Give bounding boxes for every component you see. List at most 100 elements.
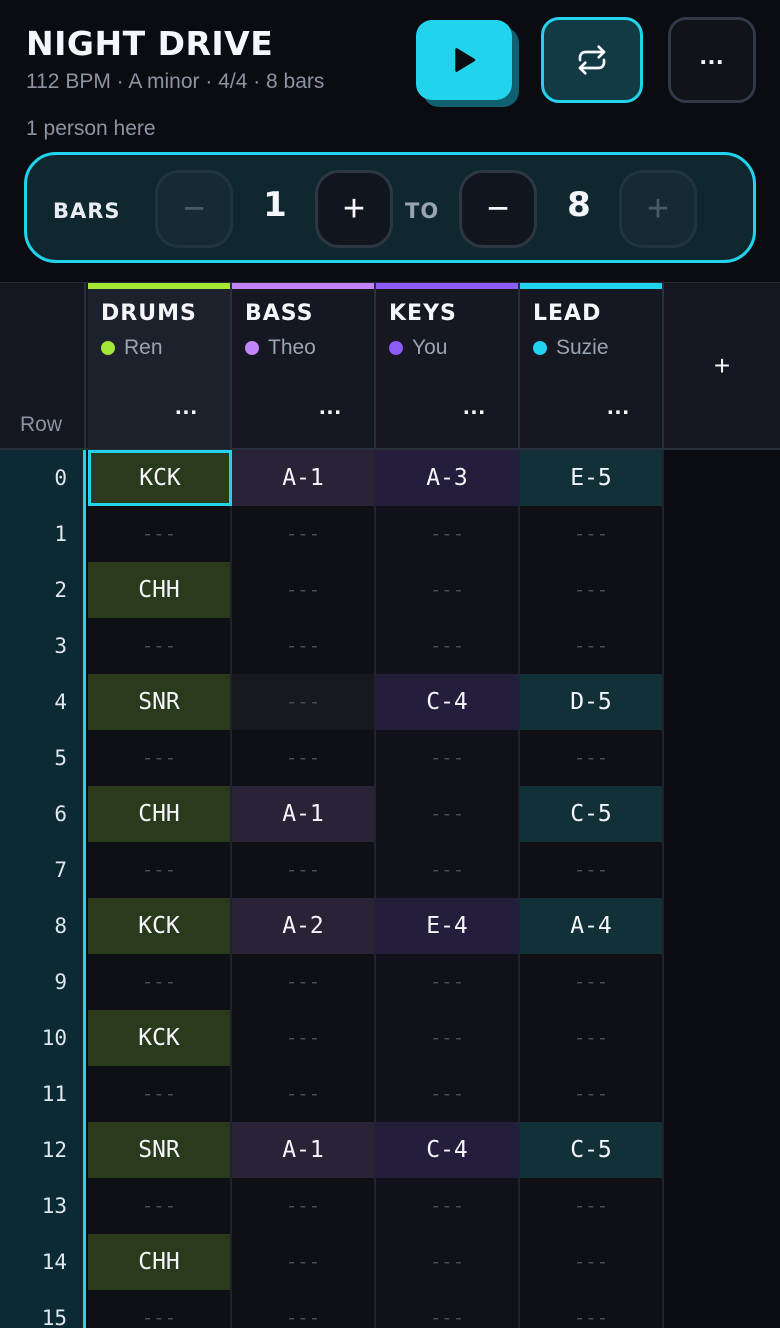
pattern-cell[interactable]: --- — [520, 562, 664, 618]
pattern-cell[interactable]: --- — [520, 1290, 664, 1328]
row-number: 8 — [54, 914, 67, 938]
pattern-cell[interactable]: --- — [376, 562, 520, 618]
track-name: BASS — [245, 301, 314, 326]
start-increment-button[interactable]: + — [315, 170, 393, 248]
pattern-cell[interactable]: CHH — [88, 786, 232, 842]
track-header-keys[interactable]: KEYS You... — [376, 283, 520, 449]
pattern-cell[interactable]: --- — [232, 618, 376, 674]
play-button[interactable] — [416, 20, 512, 100]
track-header-drums[interactable]: DRUMS Ren... — [88, 283, 232, 449]
end-decrement-button[interactable]: − — [459, 170, 537, 248]
pattern-cell[interactable]: C-4 — [376, 1122, 520, 1178]
pattern-cell[interactable]: --- — [232, 1010, 376, 1066]
pattern-cell[interactable]: --- — [88, 1066, 232, 1122]
pattern-cell[interactable]: SNR — [88, 674, 232, 730]
pattern-cell[interactable]: --- — [376, 730, 520, 786]
track-name: DRUMS — [101, 301, 197, 326]
pattern-cell[interactable]: C-4 — [376, 674, 520, 730]
pattern-cell[interactable]: C-5 — [520, 1122, 664, 1178]
row-number-column: 0 1 2 3 4 5 6 7 8 9 10 11 12 13 14 15 — [0, 450, 86, 1328]
pattern-cell[interactable]: --- — [232, 1290, 376, 1328]
row-number: 3 — [54, 634, 67, 658]
pattern-cell[interactable]: --- — [232, 506, 376, 562]
pattern-cell[interactable]: --- — [376, 1066, 520, 1122]
pattern-cell[interactable]: --- — [232, 562, 376, 618]
pattern-cell[interactable]: --- — [520, 618, 664, 674]
track-user-name: You — [412, 336, 448, 359]
pattern-cell[interactable]: A-2 — [232, 898, 376, 954]
pattern-cell[interactable]: --- — [88, 1290, 232, 1328]
pattern-cell[interactable]: --- — [520, 1066, 664, 1122]
range-start-value: 1 — [263, 185, 287, 225]
pattern-cell[interactable]: --- — [88, 954, 232, 1010]
pattern-cell[interactable]: --- — [376, 1178, 520, 1234]
more-options-button[interactable]: ... — [668, 17, 756, 103]
start-decrement-button[interactable]: − — [155, 170, 233, 248]
pattern-cell[interactable]: E-5 — [520, 450, 664, 506]
pattern-cell[interactable]: KCK — [88, 898, 232, 954]
pattern-cell[interactable]: --- — [376, 1290, 520, 1328]
pattern-cell[interactable]: CHH — [88, 1234, 232, 1290]
bar-range-selector: BARS − 1 + TO − 8 + — [24, 152, 756, 263]
add-track-column-fill — [664, 450, 780, 1328]
pattern-cell[interactable]: --- — [376, 842, 520, 898]
pattern-cell[interactable]: --- — [376, 1234, 520, 1290]
pattern-cell[interactable]: --- — [376, 506, 520, 562]
pattern-cell[interactable]: KCK — [88, 1010, 232, 1066]
track-user: You — [389, 336, 447, 360]
pattern-cell[interactable]: --- — [88, 506, 232, 562]
pattern-cell[interactable]: --- — [520, 954, 664, 1010]
add-track-button[interactable]: + — [664, 283, 780, 449]
pattern-cell[interactable]: --- — [376, 1010, 520, 1066]
pattern-cell[interactable]: --- — [520, 1010, 664, 1066]
pattern-cell[interactable]: --- — [232, 954, 376, 1010]
pattern-cell[interactable]: --- — [88, 1178, 232, 1234]
pattern-cell[interactable]: --- — [520, 730, 664, 786]
pattern-cell[interactable]: --- — [520, 1178, 664, 1234]
pattern-cell[interactable]: --- — [88, 842, 232, 898]
pattern-cell[interactable]: --- — [520, 506, 664, 562]
pattern-cell[interactable]: --- — [376, 618, 520, 674]
row-number: 12 — [41, 1138, 67, 1162]
loop-button[interactable] — [541, 17, 643, 103]
pattern-cell[interactable]: A-1 — [232, 1122, 376, 1178]
track-user: Suzie — [533, 336, 609, 360]
track-menu-button[interactable]: ... — [175, 393, 198, 421]
pattern-cell[interactable]: D-5 — [520, 674, 664, 730]
pattern-cell[interactable]: C-5 — [520, 786, 664, 842]
pattern-cell[interactable]: A-1 — [232, 786, 376, 842]
track-menu-button[interactable]: ... — [463, 393, 486, 421]
pattern-cell[interactable]: --- — [232, 1066, 376, 1122]
pattern-cell[interactable]: --- — [376, 954, 520, 1010]
pattern-cell[interactable]: A-3 — [376, 450, 520, 506]
pattern-cell[interactable]: --- — [232, 730, 376, 786]
pattern-cell[interactable]: --- — [232, 842, 376, 898]
pattern-cell[interactable]: --- — [376, 786, 520, 842]
row-column-header: Row — [0, 283, 86, 449]
pattern-cell[interactable]: --- — [88, 730, 232, 786]
track-header-lead[interactable]: LEAD Suzie... — [520, 283, 664, 449]
pattern-cell[interactable]: --- — [232, 1234, 376, 1290]
pattern-cell[interactable]: CHH — [88, 562, 232, 618]
pattern-cell[interactable]: KCK — [88, 450, 232, 506]
pattern-cell[interactable]: --- — [88, 618, 232, 674]
pattern-cell[interactable]: A-1 — [232, 450, 376, 506]
play-icon — [455, 48, 476, 72]
pattern-cell[interactable]: --- — [520, 1234, 664, 1290]
pattern-grid: 0 1 2 3 4 5 6 7 8 9 10 11 12 13 14 15 KCK A-1 A-3 E-5 --- --… — [0, 450, 780, 1328]
pattern-cell[interactable]: --- — [520, 842, 664, 898]
pattern-cell[interactable]: E-4 — [376, 898, 520, 954]
pattern-cell[interactable]: --- — [232, 674, 376, 730]
track-header-bass[interactable]: BASS Theo... — [232, 283, 376, 449]
pattern-cell[interactable]: SNR — [88, 1122, 232, 1178]
track-menu-button[interactable]: ... — [319, 393, 342, 421]
row-header-label: Row — [20, 413, 63, 436]
song-header: NIGHT DRIVE 112 BPM · A minor · 4/4 · 8 … — [0, 0, 780, 282]
end-increment-button[interactable]: + — [619, 170, 697, 248]
pattern-cell[interactable]: --- — [232, 1178, 376, 1234]
to-label: TO — [405, 199, 440, 223]
track-menu-button[interactable]: ... — [607, 393, 630, 421]
pattern-cell[interactable]: A-4 — [520, 898, 664, 954]
track-color-bar — [232, 283, 374, 289]
user-dot-icon — [245, 341, 259, 355]
